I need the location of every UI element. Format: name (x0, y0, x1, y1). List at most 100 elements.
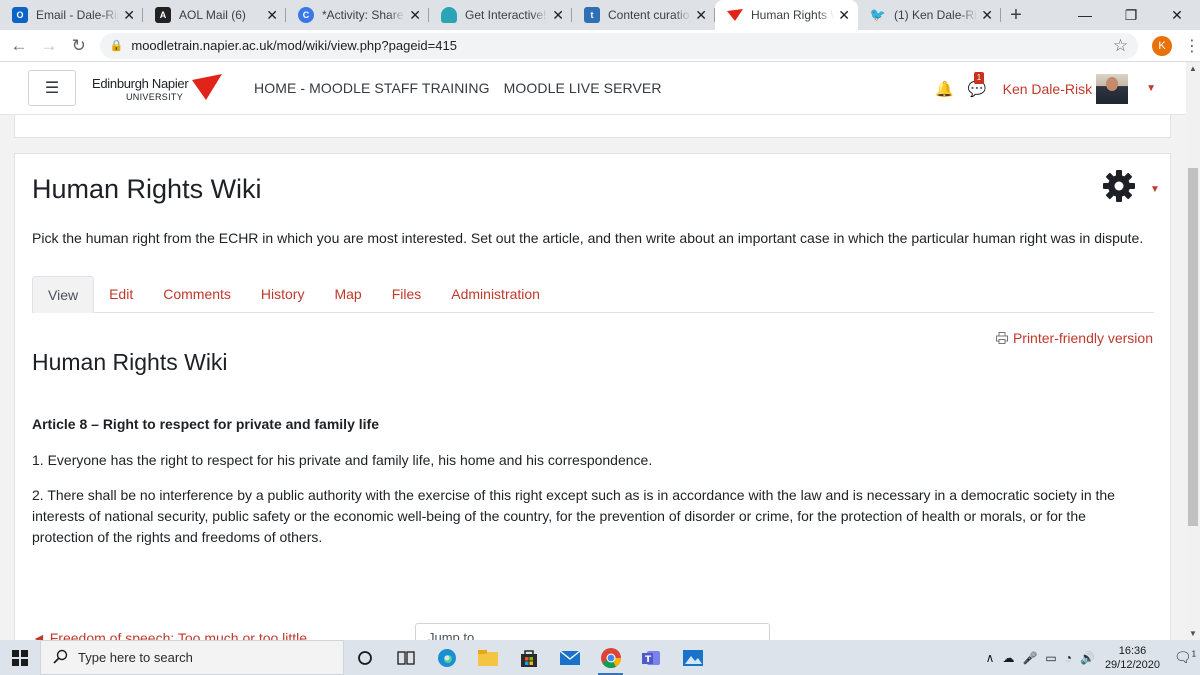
tab-view[interactable]: View (32, 276, 95, 313)
settings-caret-icon[interactable]: ▼ (1150, 184, 1160, 195)
browser-menu-icon[interactable]: ⋮ (1184, 36, 1200, 56)
windows-start-icon[interactable] (0, 649, 40, 666)
wiki-page-title: Human Rights Wiki (32, 349, 228, 375)
hamburger-icon: ☰ (44, 80, 60, 97)
back-icon[interactable]: ← (4, 36, 34, 56)
nav-link-home[interactable]: HOME - MOODLE STAFF TRAINING (254, 80, 490, 96)
file-explorer-icon[interactable] (467, 640, 508, 675)
tab-files[interactable]: Files (377, 276, 437, 313)
svg-text:T: T (645, 655, 652, 665)
address-bar[interactable]: 🔒 moodletrain.napier.ac.uk/mod/wiki/view… (99, 32, 1139, 59)
microphone-icon[interactable]: 🎤 (1022, 651, 1037, 665)
printer-friendly-link[interactable]: Printer-friendly version (995, 330, 1153, 346)
napier-logo-icon (192, 74, 222, 100)
restore-icon[interactable]: ❐ (1108, 0, 1154, 30)
reload-icon[interactable]: ↻ (64, 36, 94, 56)
tab-map[interactable]: Map (319, 276, 376, 313)
search-placeholder: Type here to search (78, 650, 193, 665)
wifi-icon[interactable]: ◔ (1065, 651, 1072, 665)
notification-count: 1 (1191, 649, 1197, 659)
t-icon: t (584, 7, 600, 23)
user-avatar[interactable] (1096, 73, 1129, 104)
gear-icon[interactable] (1101, 168, 1137, 204)
scrollbar-thumb[interactable] (1188, 168, 1198, 526)
search-icon (53, 649, 68, 667)
volume-icon[interactable]: 🔊 (1080, 651, 1095, 665)
scroll-down-icon[interactable]: ▼ (1189, 629, 1197, 638)
tab-title: *Activity: Share yo (322, 8, 405, 22)
tab-history[interactable]: History (246, 276, 320, 313)
tab-edit[interactable]: Edit (94, 276, 148, 313)
bookmark-star-icon[interactable]: ☆ (1113, 36, 1128, 56)
university-logo[interactable]: Edinburgh Napier UNIVERSITY (92, 68, 222, 108)
tab-comments[interactable]: Comments (148, 276, 246, 313)
close-tab-icon[interactable]: ✕ (838, 7, 850, 24)
close-tab-icon[interactable]: ✕ (123, 7, 135, 24)
mail-icon[interactable] (549, 640, 590, 675)
printer-link-label[interactable]: Printer-friendly version (1013, 330, 1153, 346)
show-hidden-icons-icon[interactable]: ∧ (986, 651, 995, 665)
browser-tab-activity[interactable]: C *Activity: Share yo ✕ (286, 0, 429, 30)
twitter-icon: 🐦 (869, 7, 887, 22)
scroll-up-icon[interactable]: ▲ (1189, 64, 1197, 73)
lock-icon[interactable]: 🔒 (110, 39, 124, 52)
close-tab-icon[interactable]: ✕ (981, 7, 993, 24)
page-title: Human Rights Wiki (32, 174, 262, 204)
tab-title: (1) Ken Dale-Risk ( (894, 8, 977, 22)
taskbar-search[interactable]: Type here to search (40, 640, 344, 675)
browser-tab-email[interactable]: O Email - Dale-Risk, K ✕ (0, 0, 143, 30)
url-text[interactable]: moodletrain.napier.ac.uk/mod/wiki/view.p… (131, 38, 1112, 53)
action-center-icon[interactable]: 🗨1 (1170, 649, 1200, 666)
task-view-icon[interactable] (385, 640, 426, 675)
taskbar-clock[interactable]: 16:36 29/12/2020 (1105, 644, 1160, 672)
user-menu-caret-icon[interactable]: ▼ (1146, 83, 1156, 94)
site-navbar: ☰ Edinburgh Napier UNIVERSITY HOME - MOO… (0, 62, 1186, 115)
chrome-icon[interactable] (590, 640, 631, 675)
browser-tab-human-rights[interactable]: Human Rights Wiki ✕ (715, 0, 858, 30)
store-icon[interactable] (508, 640, 549, 675)
tab-administration[interactable]: Administration (436, 276, 555, 313)
close-window-icon[interactable]: ✕ (1154, 0, 1200, 30)
browser-toolbar: ← → ↻ 🔒 moodletrain.napier.ac.uk/mod/wik… (0, 30, 1200, 62)
wiki-tabs: View Edit Comments History Map Files Adm… (32, 276, 1154, 313)
browser-tab-interactive[interactable]: Get Interactive! W ✕ (429, 0, 572, 30)
tab-title: Content curation f (608, 8, 691, 22)
drawer-toggle-button[interactable]: ☰ (28, 70, 76, 106)
forward-icon[interactable]: → (34, 36, 64, 56)
windows-taskbar: Type here to search T ∧ ☁ 🎤 ▭ ◔ 🔊 16:36 … (0, 640, 1200, 675)
close-tab-icon[interactable]: ✕ (409, 7, 421, 24)
messages-icon[interactable]: 💬 1 (968, 71, 987, 98)
browser-tab-curation[interactable]: t Content curation f ✕ (572, 0, 715, 30)
header-card (14, 115, 1171, 138)
page-scrollbar[interactable]: ▲ ▼ (1186, 62, 1200, 640)
c-icon: C (298, 7, 314, 23)
outlook-icon: O (12, 7, 28, 23)
browser-tab-strip: O Email - Dale-Risk, K ✕ A AOL Mail (6) … (0, 0, 1200, 30)
photos-icon[interactable] (672, 640, 713, 675)
napier-icon (727, 7, 743, 23)
close-tab-icon[interactable]: ✕ (266, 7, 278, 24)
logo-line1: Edinburgh Napier (92, 76, 189, 91)
nav-link-live-server[interactable]: MOODLE LIVE SERVER (504, 80, 662, 96)
jump-to-select[interactable]: Jump to... (415, 623, 770, 640)
teams-icon[interactable]: T (631, 640, 672, 675)
close-tab-icon[interactable]: ✕ (552, 7, 564, 24)
clock-date: 29/12/2020 (1104, 658, 1160, 671)
notification-bell-icon[interactable]: 🔔 (935, 80, 954, 98)
minimize-icon[interactable]: — (1062, 0, 1108, 30)
tab-title: AOL Mail (6) (179, 8, 246, 22)
user-name[interactable]: Ken Dale-Risk (1003, 81, 1092, 97)
previous-activity-link[interactable]: ◄ Freedom of speech: Too much or too lit… (32, 630, 307, 640)
browser-tab-aol[interactable]: A AOL Mail (6) ✕ (143, 0, 286, 30)
close-tab-icon[interactable]: ✕ (695, 7, 707, 24)
onedrive-icon[interactable]: ☁ (1002, 651, 1014, 665)
edge-icon[interactable] (426, 640, 467, 675)
article-heading: Article 8 – Right to respect for private… (32, 416, 379, 432)
cortana-icon[interactable] (344, 640, 385, 675)
aol-icon: A (155, 7, 171, 23)
profile-avatar[interactable]: K (1152, 35, 1172, 56)
browser-tab-twitter[interactable]: 🐦 (1) Ken Dale-Risk ( ✕ (858, 0, 1001, 30)
article-paragraph-1: 1. Everyone has the right to respect for… (32, 452, 653, 468)
battery-icon[interactable]: ▭ (1045, 651, 1056, 665)
new-tab-button[interactable]: + (1001, 0, 1031, 30)
